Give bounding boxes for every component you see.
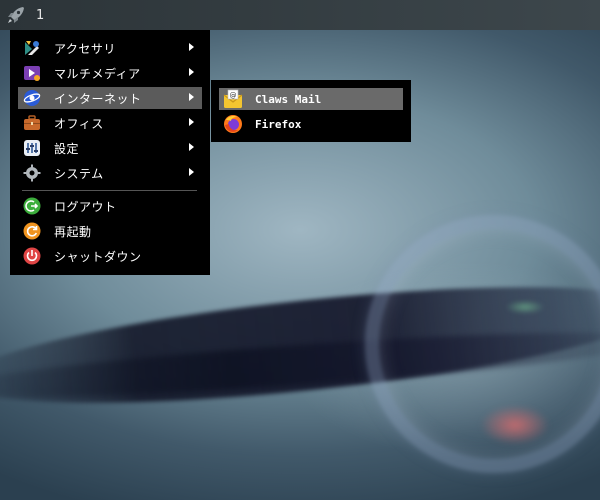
- power-icon: [22, 246, 42, 266]
- internet-submenu: @ Claws Mail Firefox: [211, 80, 411, 142]
- system-gear-icon: [22, 163, 42, 183]
- wallpaper-glow: [480, 405, 550, 445]
- settings-icon: [22, 138, 42, 158]
- submenu-item-firefox[interactable]: Firefox: [219, 113, 403, 135]
- submenu-arrow-icon: [189, 118, 194, 126]
- submenu-arrow-icon: [189, 143, 194, 151]
- logout-icon: [22, 196, 42, 216]
- office-briefcase-icon: [22, 113, 42, 133]
- svg-text:@: @: [230, 92, 237, 100]
- firefox-icon: [223, 114, 243, 134]
- submenu-item-label: Firefox: [255, 117, 302, 131]
- menu-item-system[interactable]: システム: [18, 162, 202, 184]
- menu-item-office[interactable]: オフィス: [18, 112, 202, 134]
- menu-item-label: 再起動: [54, 224, 92, 239]
- menu-item-accessories[interactable]: アクセサリ: [18, 37, 202, 59]
- menu-item-label: シャットダウン: [54, 249, 142, 264]
- menu-item-label: アクセサリ: [54, 41, 116, 56]
- application-menu: アクセサリ マルチメディア インターネット オフィス 設定 システム ログアウト…: [10, 30, 210, 275]
- workspace-indicator[interactable]: 1: [36, 8, 44, 23]
- menu-item-shutdown[interactable]: シャットダウン: [18, 245, 202, 267]
- multimedia-icon: [22, 63, 42, 83]
- menu-item-settings[interactable]: 設定: [18, 137, 202, 159]
- submenu-item-label: Claws Mail: [255, 92, 322, 106]
- claws-mail-icon: @: [223, 89, 243, 109]
- menu-separator: [22, 190, 197, 191]
- menu-item-label: オフィス: [54, 116, 104, 131]
- submenu-arrow-icon: [189, 93, 194, 101]
- reboot-icon: [22, 221, 42, 241]
- menu-item-reboot[interactable]: 再起動: [18, 220, 202, 242]
- submenu-arrow-icon: [189, 68, 194, 76]
- menu-item-label: マルチメディア: [54, 66, 141, 81]
- menu-item-label: インターネット: [54, 91, 142, 106]
- top-panel: 1: [0, 0, 600, 30]
- menu-item-label: システム: [54, 166, 104, 181]
- menu-item-internet[interactable]: インターネット: [18, 87, 202, 109]
- rocket-icon: [8, 7, 24, 23]
- wallpaper-green-glow: [505, 300, 545, 314]
- internet-icon: [22, 88, 42, 108]
- wallpaper-ring: [365, 215, 600, 473]
- submenu-arrow-icon: [189, 43, 194, 51]
- menu-item-label: 設定: [54, 141, 80, 156]
- menu-item-label: ログアウト: [54, 199, 117, 214]
- app-launcher-button[interactable]: [4, 3, 28, 27]
- menu-item-logout[interactable]: ログアウト: [18, 195, 202, 217]
- accessories-icon: [22, 38, 42, 58]
- menu-item-multimedia[interactable]: マルチメディア: [18, 62, 202, 84]
- submenu-item-claws-mail[interactable]: @ Claws Mail: [219, 88, 403, 110]
- submenu-arrow-icon: [189, 168, 194, 176]
